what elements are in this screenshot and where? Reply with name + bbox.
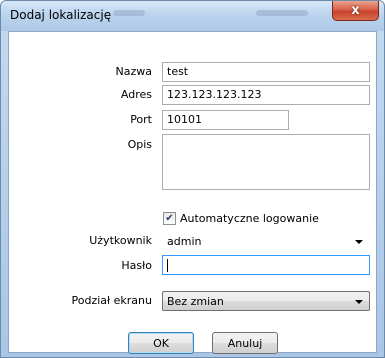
user-label: Użytkownik <box>89 234 152 247</box>
port-input[interactable]: 10101 <box>162 110 289 130</box>
user-value: admin <box>167 235 202 248</box>
dialog-window: Dodaj lokalizację x Nazwa test Adres 123… <box>0 0 385 358</box>
title-bar[interactable]: Dodaj lokalizację x <box>1 1 384 31</box>
close-button[interactable]: x <box>332 1 379 21</box>
name-label: Nazwa <box>115 65 152 78</box>
screen-split-label: Podział ekranu <box>71 294 153 307</box>
port-label: Port <box>130 113 152 126</box>
autologin-label[interactable]: Automatyczne logowanie <box>180 212 319 225</box>
cancel-button[interactable]: Anuluj <box>212 332 278 354</box>
screen-split-dropdown[interactable]: Bez zmian <box>162 291 370 311</box>
close-icon: x <box>351 3 360 18</box>
description-label: Opis <box>127 138 152 151</box>
text-caret <box>167 258 168 272</box>
title-glass-reflection <box>113 10 145 16</box>
title-glass-reflection <box>256 10 308 16</box>
ok-button-label: OK <box>153 336 169 350</box>
checkmark-icon: ✔ <box>165 212 174 224</box>
screen-split-value: Bez zmian <box>167 295 224 308</box>
user-combobox[interactable]: admin <box>162 231 370 251</box>
name-input[interactable]: test <box>162 62 370 82</box>
chevron-down-icon[interactable] <box>355 300 363 304</box>
autologin-checkbox[interactable]: ✔ <box>163 212 176 225</box>
window-title: Dodaj lokalizację <box>10 8 112 22</box>
password-label: Hasło <box>121 259 152 272</box>
address-input[interactable]: 123.123.123.123 <box>162 85 370 105</box>
address-label: Adres <box>120 88 152 101</box>
autologin-row[interactable]: ✔ Automatyczne logowanie <box>163 212 319 225</box>
dialog-body: Nazwa test Adres 123.123.123.123 Port 10… <box>8 31 377 354</box>
description-textarea[interactable] <box>162 134 370 190</box>
cancel-button-label: Anuluj <box>227 336 263 350</box>
password-input[interactable] <box>162 255 370 275</box>
chevron-down-icon[interactable] <box>355 240 363 244</box>
ok-button[interactable]: OK <box>128 332 194 354</box>
